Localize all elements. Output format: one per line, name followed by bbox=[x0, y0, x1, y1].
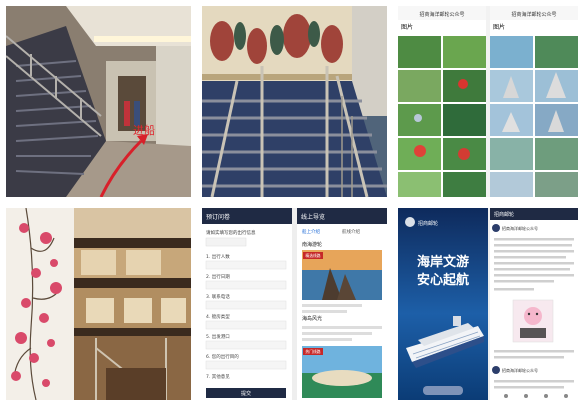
section1-title: 南海游轮 bbox=[302, 241, 322, 248]
comment-icon[interactable] bbox=[564, 394, 568, 398]
poster-button[interactable] bbox=[423, 386, 463, 395]
atrium-scene bbox=[6, 208, 191, 400]
poster-slogan-2: 安心起航 bbox=[417, 272, 469, 288]
form-intro: 请如实填写您的出行信息 bbox=[206, 229, 256, 236]
staircase-scene: 进船 bbox=[6, 6, 191, 197]
form-submit-label: 提交 bbox=[241, 390, 251, 397]
form-and-cards-screens: 预订问卷 请如实填写您的出行信息 1. 出行人数 2. 出行日期 3. 联系电话… bbox=[202, 208, 387, 400]
avatar bbox=[492, 366, 500, 374]
form-field[interactable] bbox=[205, 360, 287, 370]
form-q6: 6. 您的出行目的 bbox=[206, 353, 239, 360]
brand-logo-icon bbox=[405, 217, 415, 227]
footer-sender: 招商海洋邮轮公众号 bbox=[502, 367, 538, 373]
right-gallery-tab: 图片 bbox=[493, 23, 505, 31]
form-field[interactable] bbox=[205, 340, 287, 350]
favorite-icon[interactable] bbox=[544, 394, 548, 398]
tapestry-scene bbox=[202, 6, 387, 197]
section2-title: 海岛风光 bbox=[302, 315, 322, 322]
phone-form-and-cards-pair: 预订问卷 请如实填写您的出行信息 1. 出行人数 2. 出行日期 3. 联系电话… bbox=[202, 208, 387, 400]
form-field[interactable] bbox=[205, 260, 287, 270]
article-header: 招商邮轮 bbox=[494, 211, 514, 218]
form-q7: 7. 其他意见 bbox=[206, 373, 230, 380]
avatar bbox=[492, 224, 500, 232]
phone-photo-gallery-pair: 招商海洋邮轮公众号 图片 招商海洋邮轮公众号 图片 bbox=[398, 6, 578, 197]
article-sender: 招商海洋邮轮公众号 bbox=[502, 225, 538, 231]
tab-b[interactable]: 航线介绍 bbox=[342, 228, 360, 235]
poster-article-screens: 招商邮轮 海岸文游 安心起航 招商邮轮 招商海洋邮轮公众号 招商海洋邮轮公众号 bbox=[398, 208, 578, 400]
form-q5: 5. 出发港口 bbox=[206, 333, 230, 340]
photo-tapestry-staircase bbox=[202, 6, 387, 197]
left-gallery-title: 招商海洋邮轮公众号 bbox=[419, 11, 464, 18]
share-icon[interactable] bbox=[524, 394, 528, 398]
tab-a[interactable]: 船上介绍 bbox=[302, 228, 320, 235]
form-select[interactable] bbox=[205, 237, 247, 247]
left-form-header: 预订问卷 bbox=[206, 213, 230, 221]
right-cards-header: 线上导览 bbox=[301, 213, 325, 221]
form-q3: 3. 联系电话 bbox=[206, 293, 230, 300]
left-gallery-tab: 图片 bbox=[401, 23, 413, 31]
phone-poster-and-article-pair: 招商邮轮 海岸文游 安心起航 招商邮轮 招商海洋邮轮公众号 招商海洋邮轮公众号 bbox=[398, 208, 578, 400]
photo-atrium-mural bbox=[6, 208, 191, 400]
form-field[interactable] bbox=[205, 300, 287, 310]
form-field[interactable] bbox=[205, 320, 287, 330]
card-badge-2: 热门线路 bbox=[305, 349, 320, 354]
form-q4: 4. 舱房类型 bbox=[206, 313, 230, 320]
form-q1: 1. 出行人数 bbox=[206, 253, 230, 260]
arrow-label: 进船 bbox=[133, 123, 155, 137]
card-badge-1: 精选线路 bbox=[305, 253, 320, 258]
poster-brand: 招商邮轮 bbox=[418, 220, 438, 227]
photo-gallery-screens: 招商海洋邮轮公众号 图片 招商海洋邮轮公众号 图片 bbox=[398, 6, 578, 197]
form-field[interactable] bbox=[205, 280, 287, 290]
right-gallery-title: 招商海洋邮轮公众号 bbox=[511, 11, 556, 18]
photo-staircase-boarding: 进船 bbox=[6, 6, 191, 197]
poster-slogan-1: 海岸文游 bbox=[417, 254, 469, 270]
like-icon[interactable] bbox=[504, 394, 508, 398]
form-q2: 2. 出行日期 bbox=[206, 273, 230, 280]
